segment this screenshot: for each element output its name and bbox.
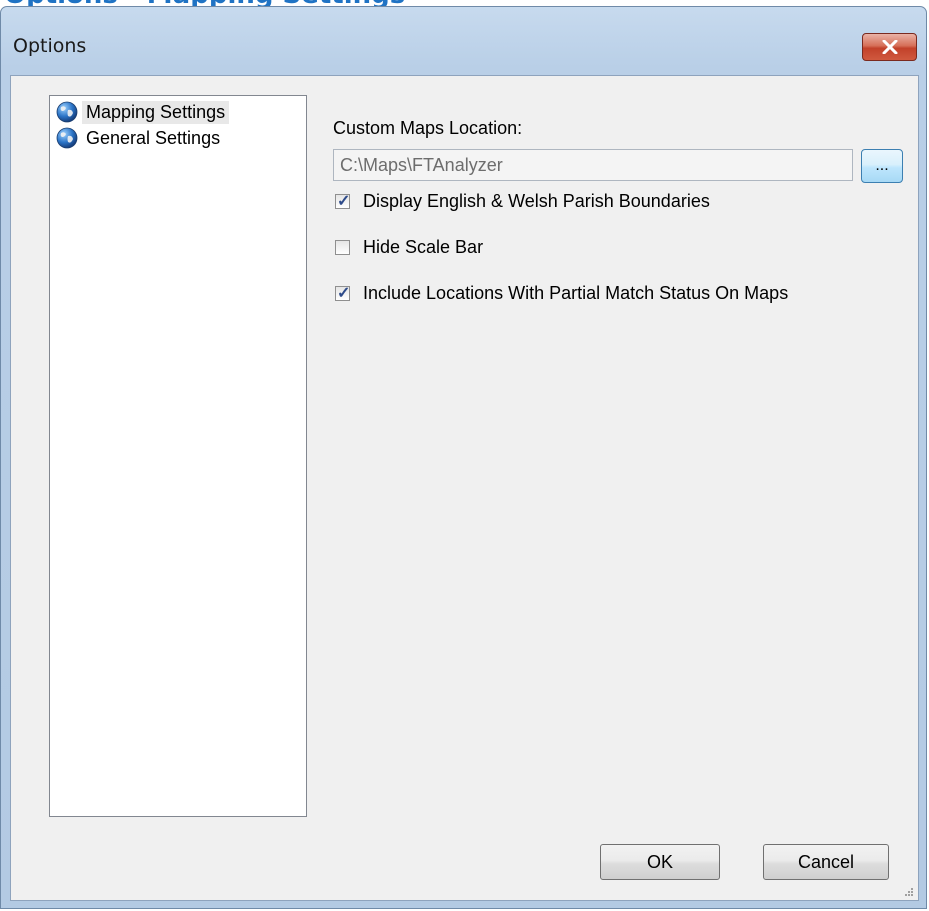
tree-item-label: General Settings [86, 127, 221, 148]
checkbox-row-partial-match[interactable]: ✓ Include Locations With Partial Match S… [335, 283, 788, 304]
cancel-button[interactable]: Cancel [763, 844, 889, 880]
checkbox-label: Hide Scale Bar [363, 237, 484, 257]
tree-item-general-settings[interactable]: General Settings [56, 126, 224, 150]
checkbox-row-hide-scale-bar[interactable]: Hide Scale Bar [335, 237, 483, 258]
partial-match-checkbox[interactable]: ✓ [335, 285, 351, 302]
dialog-title: Options [13, 35, 87, 57]
check-mark-icon: ✓ [337, 193, 351, 210]
resize-grip-icon[interactable] [904, 887, 914, 897]
browse-button[interactable]: ... [861, 149, 903, 183]
dialog-client-area: Mapping Settings General Settings Custom… [10, 75, 919, 901]
checkbox-label: Display English & Welsh Parish Boundarie… [363, 191, 710, 211]
globe-icon [56, 101, 78, 123]
custom-maps-location-label: Custom Maps Location: [333, 118, 523, 138]
checkbox-label: Include Locations With Partial Match Sta… [363, 283, 789, 303]
tree-item-label: Mapping Settings [82, 100, 230, 124]
tree-item-mapping-settings[interactable]: Mapping Settings [56, 100, 230, 124]
close-button[interactable] [862, 33, 917, 61]
close-icon [882, 40, 897, 54]
ok-button[interactable]: OK [600, 844, 720, 880]
parish-boundaries-checkbox[interactable]: ✓ [335, 193, 351, 210]
settings-tree[interactable]: Mapping Settings General Settings [49, 95, 307, 817]
globe-icon [56, 127, 78, 149]
custom-maps-location-input[interactable] [333, 149, 853, 181]
check-mark-icon: ✓ [337, 285, 351, 302]
hide-scale-bar-checkbox[interactable] [335, 240, 350, 255]
checkbox-row-parish-boundaries[interactable]: ✓ Display English & Welsh Parish Boundar… [335, 191, 710, 212]
options-dialog: Options Mapping Settings General Setting… [0, 6, 927, 909]
